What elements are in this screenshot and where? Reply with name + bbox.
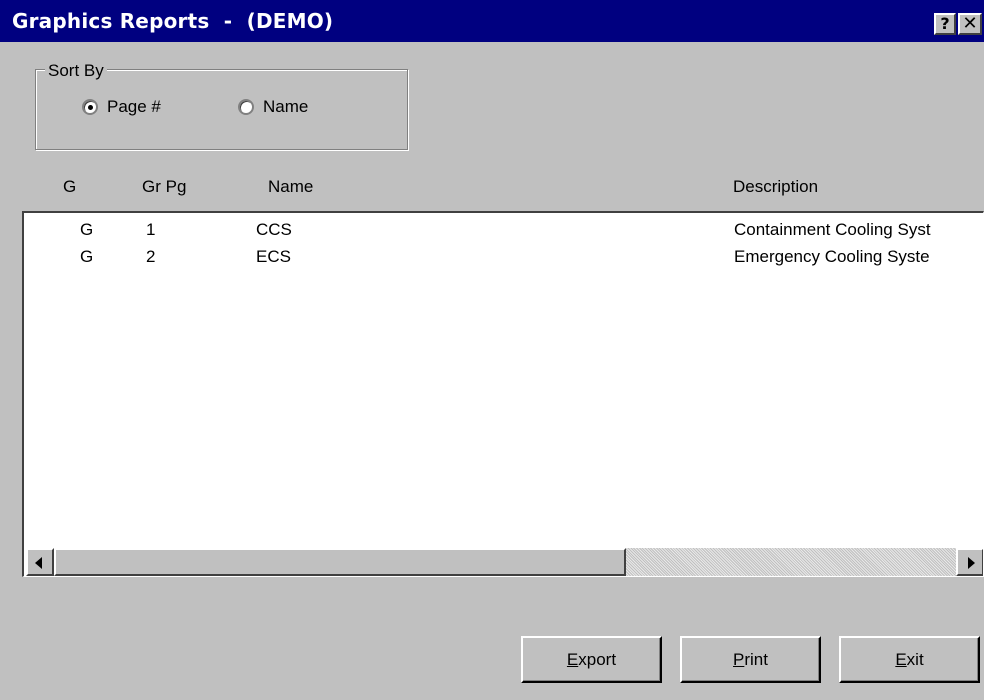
table-row[interactable]: G 2 ECS Emergency Cooling Syste: [24, 247, 983, 269]
sort-by-label: Sort By: [45, 61, 107, 81]
radio-checked-icon: [82, 99, 98, 115]
help-button[interactable]: ?: [934, 13, 956, 35]
cell-description: Containment Cooling Syst: [734, 220, 931, 239]
arrow-right-icon: [968, 557, 975, 569]
export-label: xport: [578, 650, 617, 669]
cell-name: ECS: [256, 247, 291, 266]
sort-page-label: Page #: [107, 97, 161, 116]
sort-page-radio[interactable]: Page #: [82, 97, 161, 117]
print-button[interactable]: Print: [680, 636, 821, 683]
report-list[interactable]: G 1 CCS Containment Cooling Syst G 2 ECS…: [22, 211, 984, 577]
sort-name-radio[interactable]: Name: [238, 97, 308, 117]
column-header-gr-pg: Gr Pg: [142, 177, 187, 196]
sort-name-label: Name: [263, 97, 309, 116]
close-button[interactable]: ✕: [958, 13, 982, 35]
close-icon: ✕: [962, 13, 978, 34]
cell-name: CCS: [256, 220, 292, 239]
exit-mnemonic: E: [895, 650, 907, 669]
export-button[interactable]: Export: [521, 636, 662, 683]
scrollbar-thumb[interactable]: [54, 548, 626, 576]
print-mnemonic: P: [733, 650, 745, 669]
scroll-right-button[interactable]: [956, 548, 983, 576]
arrow-left-icon: [35, 557, 42, 569]
help-icon: ?: [940, 14, 950, 33]
title-bar: Graphics Reports - (DEMO) ? ✕: [0, 0, 984, 42]
horizontal-scrollbar[interactable]: [26, 548, 983, 576]
radio-unchecked-icon: [238, 99, 254, 115]
cell-g: G: [80, 220, 94, 239]
scroll-left-button[interactable]: [26, 548, 54, 576]
window-title: Graphics Reports - (DEMO): [12, 9, 334, 33]
column-header-g: G: [63, 177, 77, 196]
exit-label: xit: [906, 650, 924, 669]
table-row[interactable]: G 1 CCS Containment Cooling Syst: [24, 220, 983, 242]
exit-button[interactable]: Exit: [839, 636, 980, 683]
print-label: rint: [744, 650, 768, 669]
cell-g: G: [80, 247, 94, 266]
column-header-description: Description: [733, 177, 819, 196]
cell-gr-pg: 1: [146, 220, 156, 239]
column-header-name: Name: [268, 177, 314, 196]
cell-gr-pg: 2: [146, 247, 156, 266]
cell-description: Emergency Cooling Syste: [734, 247, 930, 266]
export-mnemonic: E: [566, 650, 579, 669]
